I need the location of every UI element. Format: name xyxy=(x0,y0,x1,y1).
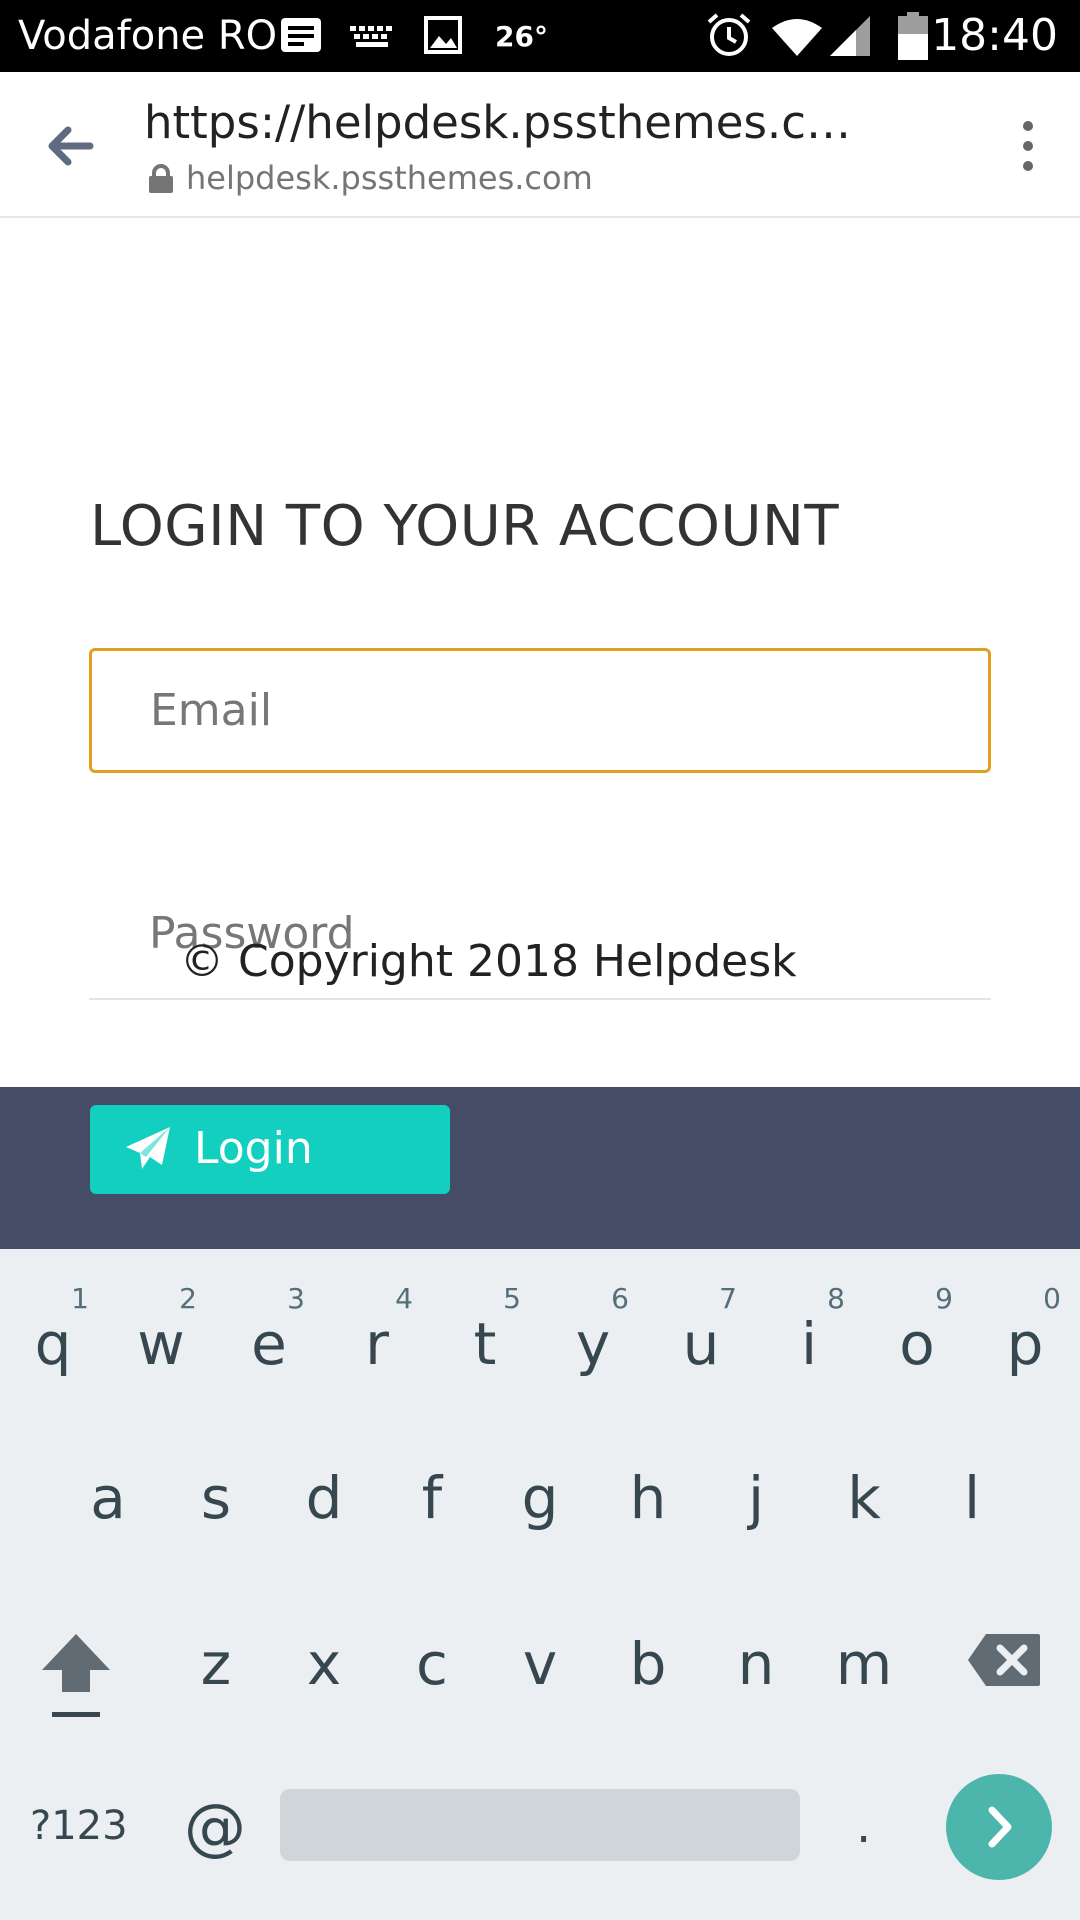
key-char: n xyxy=(737,1630,775,1698)
login-button-label: Login xyxy=(194,1123,313,1174)
key-f[interactable]: f xyxy=(382,1466,482,1616)
key-char: q xyxy=(34,1310,72,1378)
key-u[interactable]: 7u xyxy=(651,1260,751,1410)
key-char: x xyxy=(306,1630,342,1698)
page-title: LOGIN TO YOUR ACCOUNT xyxy=(90,494,840,559)
key-z[interactable]: z xyxy=(166,1632,266,1782)
copyright-text: © Copyright 2018 Helpdesk xyxy=(180,936,797,987)
overflow-menu-icon[interactable] xyxy=(1016,118,1040,174)
key-k[interactable]: k xyxy=(814,1466,914,1616)
keyboard-icon xyxy=(350,26,394,53)
image-icon xyxy=(424,16,462,59)
key-hint-number: 1 xyxy=(71,1282,89,1315)
key-d[interactable]: d xyxy=(274,1466,374,1616)
key-char: i xyxy=(800,1310,818,1378)
key-char: u xyxy=(682,1310,720,1378)
key-x[interactable]: x xyxy=(274,1632,374,1782)
url-title[interactable]: https://helpdesk.pssthemes.co… xyxy=(144,96,864,150)
key-m[interactable]: m xyxy=(814,1632,914,1782)
paper-plane-icon xyxy=(124,1125,172,1173)
key-char: l xyxy=(963,1464,981,1532)
key-char: g xyxy=(521,1464,559,1532)
key-t[interactable]: 5t xyxy=(435,1260,535,1410)
key-n[interactable]: n xyxy=(706,1632,806,1782)
key-char: v xyxy=(522,1630,558,1698)
space-key[interactable] xyxy=(280,1789,800,1861)
key-a[interactable]: a xyxy=(58,1466,158,1616)
enter-key[interactable] xyxy=(946,1774,1052,1880)
key-char: a xyxy=(90,1464,126,1532)
login-button[interactable]: Login xyxy=(90,1105,450,1194)
message-notification-icon xyxy=(280,16,322,61)
key-hint-number: 0 xyxy=(1043,1282,1061,1315)
key-e[interactable]: 3e xyxy=(219,1260,319,1410)
battery-icon xyxy=(898,12,928,65)
key-i[interactable]: 8i xyxy=(759,1260,859,1410)
key-char: t xyxy=(473,1310,497,1378)
key-hint-number: 9 xyxy=(935,1282,953,1315)
email-field[interactable] xyxy=(89,648,991,773)
key-char: p xyxy=(1006,1310,1044,1378)
key-r[interactable]: 4r xyxy=(327,1260,427,1410)
key-char: r xyxy=(365,1310,389,1378)
key-c[interactable]: c xyxy=(382,1632,482,1782)
key-q[interactable]: 1q xyxy=(3,1260,103,1410)
status-bar: Vodafone RO 26° 18:40 xyxy=(0,0,1080,72)
key-b[interactable]: b xyxy=(598,1632,698,1782)
key-char: z xyxy=(200,1630,232,1698)
key-char: h xyxy=(629,1464,667,1532)
back-arrow-icon[interactable] xyxy=(40,116,100,176)
key-hint-number: 6 xyxy=(611,1282,629,1315)
key-p[interactable]: 0p xyxy=(975,1260,1075,1410)
key-char: w xyxy=(137,1310,185,1378)
key-char: k xyxy=(847,1464,881,1532)
key-char: j xyxy=(747,1464,765,1532)
lock-icon xyxy=(148,164,174,194)
key-h[interactable]: h xyxy=(598,1466,698,1616)
at-key[interactable]: @ xyxy=(184,1792,246,1862)
url-domain: helpdesk.pssthemes.com xyxy=(186,159,593,197)
key-hint-number: 5 xyxy=(503,1282,521,1315)
shift-key[interactable] xyxy=(36,1630,116,1720)
clock-time: 18:40 xyxy=(931,10,1058,61)
backspace-key[interactable] xyxy=(966,1632,1042,1688)
email-input[interactable] xyxy=(150,651,970,770)
key-o[interactable]: 9o xyxy=(867,1260,967,1410)
chevron-right-icon xyxy=(988,1806,1012,1848)
key-l[interactable]: l xyxy=(922,1466,1022,1616)
key-char: c xyxy=(416,1630,448,1698)
key-hint-number: 4 xyxy=(395,1282,413,1315)
key-w[interactable]: 2w xyxy=(111,1260,211,1410)
key-char: s xyxy=(200,1464,232,1532)
cell-signal-icon xyxy=(828,14,872,63)
key-char: e xyxy=(251,1310,287,1378)
alarm-clock-icon xyxy=(706,12,752,63)
key-char: b xyxy=(629,1630,667,1698)
key-j[interactable]: j xyxy=(706,1466,806,1616)
key-hint-number: 3 xyxy=(287,1282,305,1315)
symbols-key[interactable]: ?123 xyxy=(30,1802,128,1850)
key-char: f xyxy=(421,1464,443,1532)
key-y[interactable]: 6y xyxy=(543,1260,643,1410)
key-hint-number: 7 xyxy=(719,1282,737,1315)
key-v[interactable]: v xyxy=(490,1632,590,1782)
wifi-icon xyxy=(772,18,822,63)
period-key[interactable]: . xyxy=(856,1796,871,1856)
key-s[interactable]: s xyxy=(166,1466,266,1616)
key-hint-number: 8 xyxy=(827,1282,845,1315)
browser-toolbar: https://helpdesk.pssthemes.co… helpdesk.… xyxy=(0,72,1080,218)
key-char: d xyxy=(305,1464,343,1532)
carrier-name: Vodafone RO xyxy=(18,13,278,59)
key-char: m xyxy=(835,1630,893,1698)
key-char: y xyxy=(575,1310,611,1378)
temperature: 26° xyxy=(495,20,548,53)
key-char: o xyxy=(899,1310,935,1378)
key-g[interactable]: g xyxy=(490,1466,590,1616)
